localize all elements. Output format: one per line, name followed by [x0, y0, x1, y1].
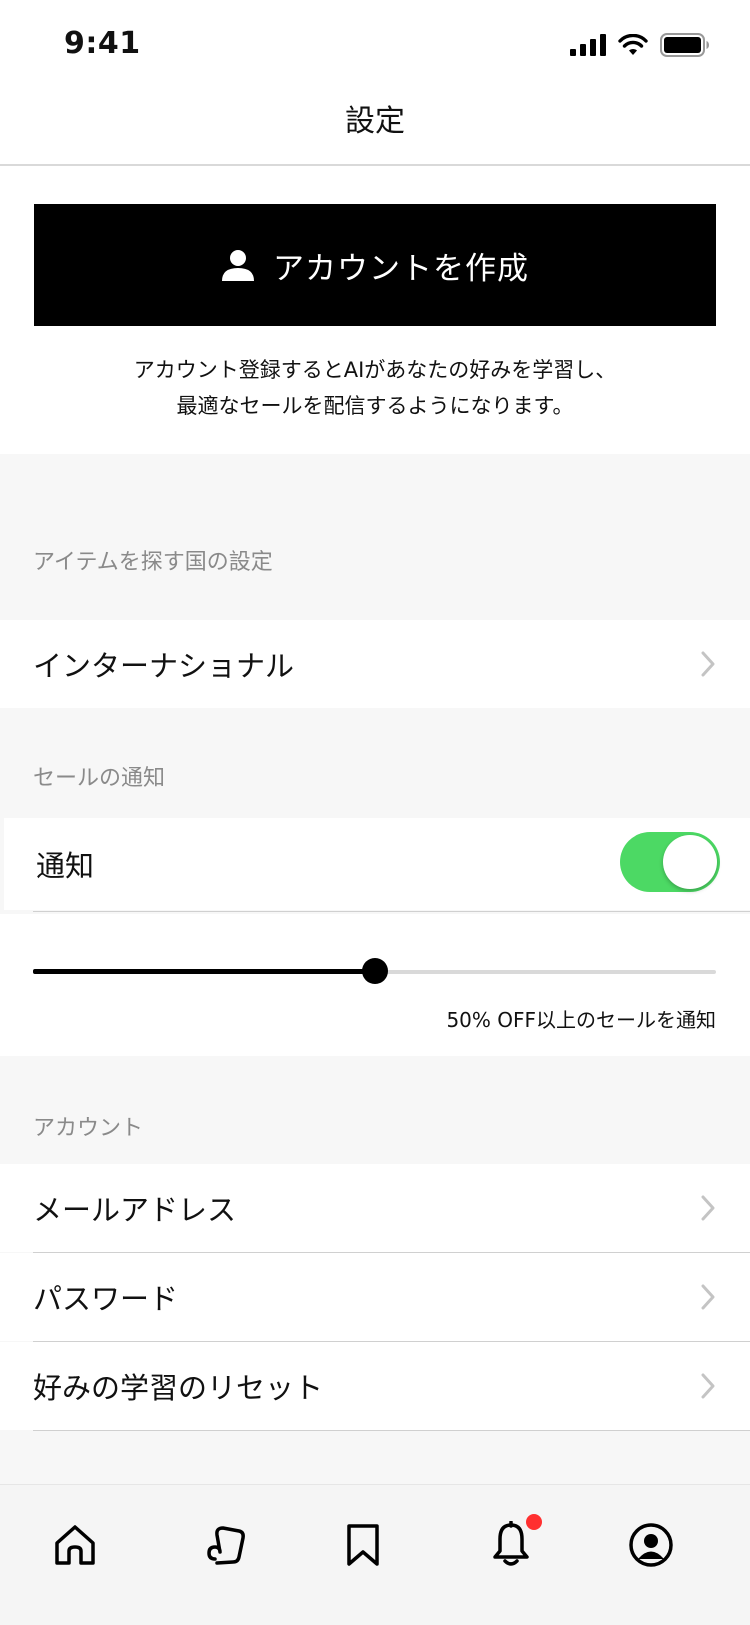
account-item-label: パスワード: [33, 1282, 179, 1316]
page-title: 設定: [345, 104, 405, 139]
chevron-right-icon: [701, 651, 715, 677]
account-item-password[interactable]: パスワード: [0, 1253, 750, 1341]
create-account-label: アカウントを作成: [273, 250, 529, 287]
country-row[interactable]: インターナショナル: [0, 620, 750, 708]
chevron-right-icon: [701, 1373, 715, 1399]
account-item-email[interactable]: メールアドレス: [0, 1164, 750, 1252]
notification-row: 通知: [4, 818, 750, 910]
discount-slider-card: [0, 914, 750, 1056]
notification-section-header: セールの通知: [33, 766, 166, 791]
discover-icon: [207, 1526, 245, 1565]
account-item-label: メールアドレス: [33, 1193, 237, 1227]
chevron-right-icon: [701, 1284, 715, 1310]
promo-line-1: アカウント登録するとAIがあなたの好みを学習し、: [133, 358, 617, 382]
discount-slider-caption: 50% OFF以上のセールを通知: [446, 1008, 716, 1032]
wifi-icon: [618, 34, 648, 55]
battery-icon: [660, 33, 709, 57]
bell-icon: [493, 1521, 529, 1566]
account-item-reset-preferences[interactable]: 好みの学習のリセット: [0, 1342, 750, 1430]
notification-divider: [33, 911, 750, 912]
bookmark-icon: [347, 1524, 379, 1566]
notification-label: 通知: [36, 849, 95, 883]
discount-slider-fill: [33, 969, 375, 974]
profile-icon: [629, 1523, 673, 1567]
discount-slider-thumb[interactable]: [361, 958, 388, 984]
status-icons: [570, 30, 710, 60]
user-icon: [222, 250, 254, 281]
create-account-button[interactable]: アカウントを作成: [34, 204, 716, 326]
signal-icon: [570, 34, 606, 56]
tab-home[interactable]: [40, 1510, 110, 1580]
country-value: インターナショナル: [33, 649, 295, 683]
status-time: 9:41: [64, 26, 141, 61]
toggle-knob: [663, 835, 717, 889]
tab-bookmarks[interactable]: [328, 1510, 398, 1580]
country-section-header: アイテムを探す国の設定: [33, 550, 273, 575]
home-icon: [55, 1525, 95, 1565]
account-promo-text: アカウント登録するとAIがあなたの好みを学習し、 最適なセールを配信するようにな…: [0, 352, 750, 424]
tab-discover[interactable]: [190, 1510, 260, 1580]
account-section-header: アカウント: [33, 1116, 144, 1141]
notification-badge: [526, 1514, 542, 1530]
chevron-right-icon: [701, 1195, 715, 1221]
promo-line-2: 最適なセールを配信するようになります。: [176, 394, 574, 418]
row-divider: [33, 1430, 750, 1431]
tab-profile[interactable]: [616, 1510, 686, 1580]
notification-toggle[interactable]: [620, 832, 720, 892]
tab-notifications[interactable]: [476, 1510, 546, 1580]
account-item-label: 好みの学習のリセット: [33, 1371, 324, 1405]
